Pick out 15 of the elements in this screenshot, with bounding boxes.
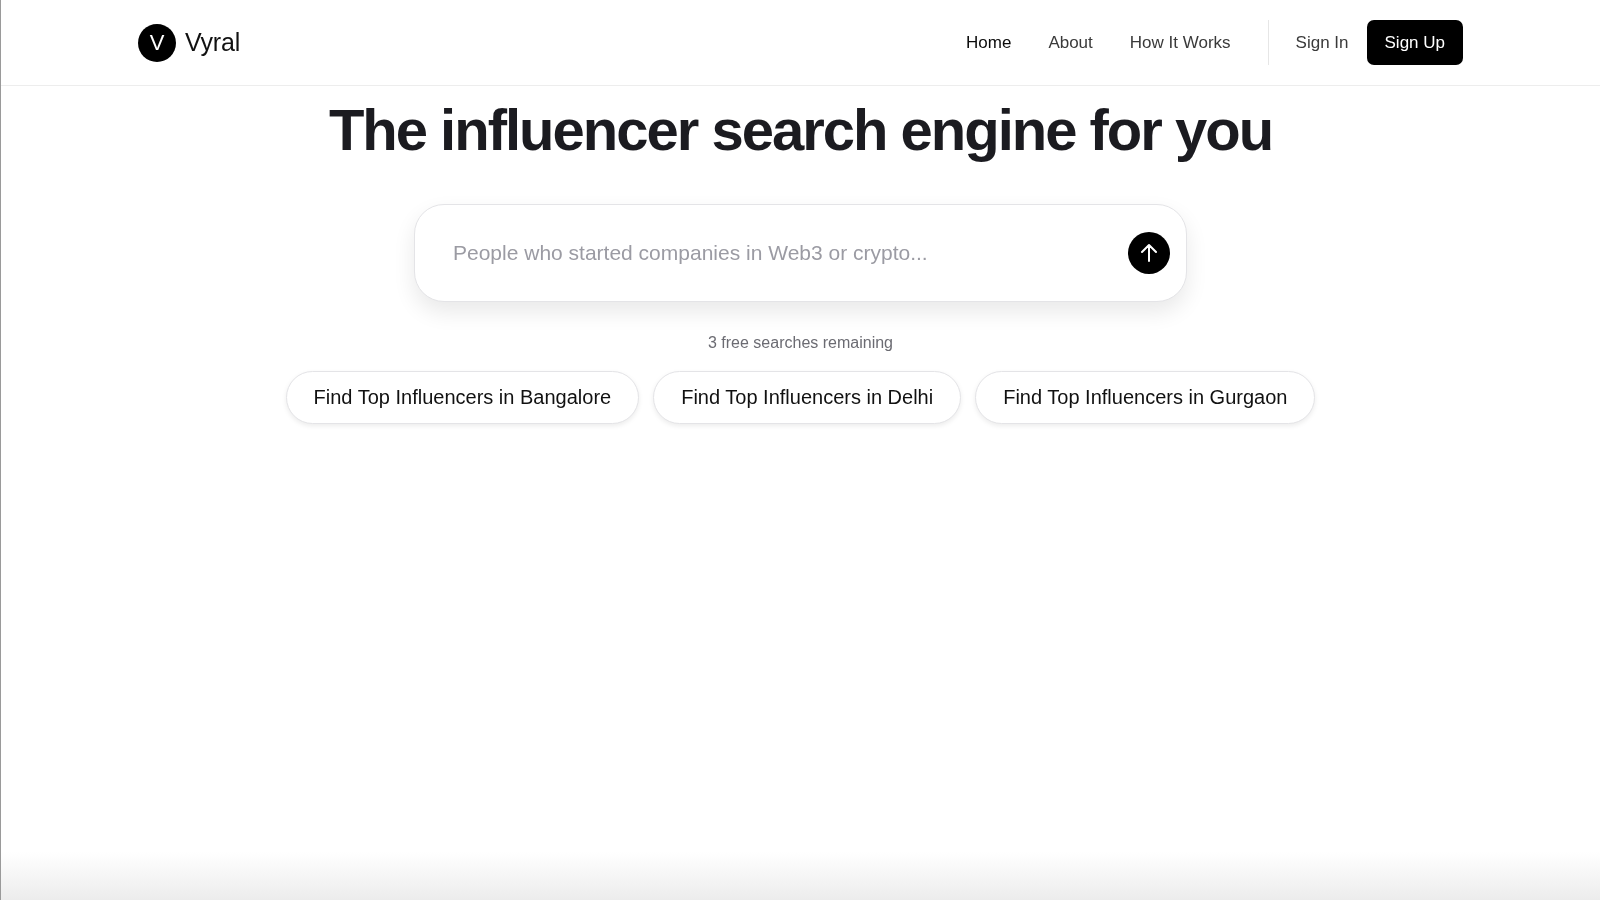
suggestion-chip[interactable]: Find Top Influencers in Bangalore — [285, 371, 640, 424]
nav-link[interactable]: How It Works — [1129, 32, 1231, 53]
brand-name: Vyral — [185, 28, 241, 57]
search-input[interactable]: People who started companies in Web3 or crypto... — [451, 240, 1112, 266]
suggestion-chip[interactable]: Find Top Influencers in Delhi — [653, 371, 962, 424]
nav-link[interactable]: Home — [966, 32, 1012, 53]
arrow-up-icon — [1139, 243, 1159, 263]
suggestion-chip[interactable]: Find Top Influencers in Gurgaon — [975, 371, 1316, 424]
nav-link[interactable]: About — [1048, 32, 1093, 53]
searches-remaining-text: 3 free searches remaining — [708, 334, 893, 352]
logo-letter-icon: V — [138, 23, 176, 62]
hero-heading: The influencer search engine for you — [328, 96, 1273, 164]
sign-up-button[interactable]: Sign Up — [1366, 20, 1463, 65]
submit-button[interactable] — [1128, 232, 1170, 274]
sign-in-link[interactable]: Sign In — [1295, 32, 1349, 53]
